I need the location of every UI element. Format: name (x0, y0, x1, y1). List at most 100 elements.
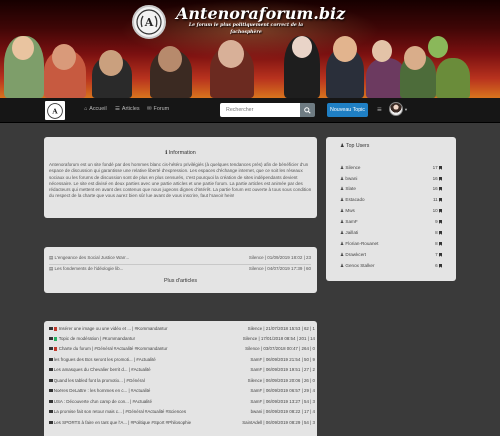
topic-meta: SaintAdell | 06/09/2019 08:29 | 54 | 3 (242, 420, 315, 425)
nav-forum-label: Forum (153, 106, 170, 112)
topic-icon (49, 327, 53, 331)
user-count: 11 (432, 197, 438, 202)
user-name[interactable]: Estacado (345, 197, 364, 202)
user-icon: ♟ (340, 208, 345, 213)
nav-articles-link[interactable]: ☰ Articles (115, 106, 140, 112)
user-row[interactable]: ♟ Jaillati 8 (340, 230, 442, 239)
svg-text:A: A (51, 107, 58, 115)
topic-row[interactable]: Les amasques du Chevalier berrit d... | … (49, 367, 315, 376)
topic-meta: Silence | 21/07/2018 15:53 | 62 | 1 (247, 326, 315, 331)
menu-icon[interactable]: ≡ (377, 105, 382, 114)
user-row[interactable]: ♟ Estacado 11 (340, 197, 442, 206)
topic-meta: Silence | 06/09/2019 20:06 | 26 | 0 (247, 378, 315, 383)
user-name[interactable]: bwani (345, 176, 357, 181)
topic-title[interactable]: La promise fait son retour mais c... | #… (54, 409, 186, 414)
bookmark-icon (439, 219, 442, 224)
search-input[interactable] (220, 103, 300, 117)
chevron-down-icon[interactable]: ▼ (404, 107, 408, 112)
user-count: 16 (432, 186, 438, 191)
article-row[interactable]: ▤ Les fondements de l'idéologie lib... S… (49, 266, 311, 274)
user-row[interactable]: ♟ Silence 17 (340, 165, 442, 174)
topic-title[interactable]: Topic de modération | #Kommandantur (59, 336, 135, 341)
comments-icon: ✉ (147, 106, 152, 112)
newspaper-icon: ▤ (49, 255, 54, 260)
nav-forum-link[interactable]: ✉ Forum (147, 106, 169, 112)
user-count: 7 (435, 252, 438, 257)
topic-row[interactable]: Quand les tabled font la promotio... | #… (49, 378, 315, 387)
laurel-logo-icon: A (47, 102, 63, 119)
article-row[interactable]: ▤ L'engeance des Social Justice Warr... … (49, 255, 311, 263)
row-divider (49, 264, 311, 265)
nav-home-link[interactable]: ⌂ Accueil (84, 106, 107, 112)
topics-panel: Insérer une image ou une vidéo et ... | … (44, 321, 317, 436)
user-name[interactable]: Genox Stalker (345, 263, 374, 268)
user-avatar[interactable] (389, 102, 403, 116)
topic-row[interactable]: les frogues des Bcs seront les promoti..… (49, 357, 315, 366)
topic-meta: SamF | 06/09/2019 06:57 | 29 | 4 (250, 388, 315, 393)
site-logo[interactable]: A (132, 5, 166, 39)
topic-meta: bwani | 06/09/2019 08:22 | 17 | 4 (250, 409, 315, 414)
user-icon: ♟ (340, 219, 345, 224)
topic-icon (49, 347, 53, 351)
user-count: 6 (435, 263, 438, 268)
article-title[interactable]: Les fondements de l'idéologie lib... (55, 266, 124, 271)
user-row[interactable]: ♟ bwani 16 (340, 176, 442, 185)
user-name[interactable]: Jaillati (345, 230, 358, 235)
flag-icon (53, 346, 57, 351)
topic-title[interactable]: USA : Découverte d'un camp de con... | #… (54, 399, 152, 404)
user-count: 16 (432, 176, 438, 181)
user-icon: ♟ (340, 197, 345, 202)
topic-icon (49, 379, 53, 383)
topic-row[interactable]: Topic de modération | #Kommandantur Sile… (49, 336, 315, 345)
topic-title[interactable]: Charte du forum | #Général #Actualité #K… (59, 346, 168, 351)
user-row[interactable]: ♟ Mws 10 (340, 208, 442, 217)
topic-title[interactable]: Quand les tabled font la promotio... | #… (54, 378, 145, 383)
search-icon (304, 106, 311, 114)
topic-row[interactable]: Insérer une image ou une vidéo et ... | … (49, 326, 315, 335)
user-count: 17 (432, 165, 438, 170)
user-name[interactable]: Mws (345, 208, 354, 213)
bookmark-icon (439, 176, 442, 181)
site-title[interactable]: Antenoraforum.biz (176, 4, 345, 23)
user-icon: ♟ (340, 263, 345, 268)
top-users-label: Top Users (346, 143, 370, 149)
user-name[interactable]: Florian-Rouanet (345, 241, 378, 246)
topic-title[interactable]: les frogues des Bcs seront les promoti..… (54, 357, 156, 362)
topic-row[interactable]: Noëres DeLattre : les hommes en c... | #… (49, 388, 315, 397)
newspaper-icon: ▤ (49, 266, 54, 271)
info-heading: ℹ Information (44, 150, 317, 156)
list-icon: ☰ (115, 106, 120, 112)
topic-row[interactable]: Charte du forum | #Général #Actualité #K… (49, 346, 315, 355)
user-row[interactable]: ♟ SamF 9 (340, 219, 442, 228)
new-topic-button[interactable]: Nouveau Topic (327, 103, 368, 117)
user-icon: ♟ (340, 143, 345, 149)
topic-row[interactable]: Les SPORTS à faire en tant que l'A... | … (49, 420, 315, 429)
topic-title[interactable]: Insérer une image ou une vidéo et ... | … (59, 326, 168, 331)
topic-title[interactable]: Noëres DeLattre : les hommes en c... | #… (54, 388, 151, 393)
user-icon: ♟ (340, 165, 345, 170)
user-icon: ♟ (340, 186, 345, 191)
info-text: Antenoraforum est un site fondé par des … (49, 162, 312, 199)
user-row[interactable]: ♟ Genox Stalker 6 (340, 263, 442, 272)
info-panel: ℹ Information Antenoraforum est un site … (44, 137, 317, 218)
more-articles-link[interactable]: Plus d'articles (44, 278, 317, 284)
user-name[interactable]: Slate (345, 186, 355, 191)
search-button[interactable] (300, 103, 315, 117)
user-name[interactable]: Drawkcert (345, 252, 366, 257)
article-title[interactable]: L'engeance des Social Justice Warr... (55, 255, 130, 260)
user-name[interactable]: SamF (345, 219, 357, 224)
topic-row[interactable]: USA : Découverte d'un camp de con... | #… (49, 399, 315, 408)
user-row[interactable]: ♟ Florian-Rouanet 8 (340, 241, 442, 250)
article-meta: Silence | 04/07/2019 17:39 | 60 (248, 266, 311, 271)
topic-icon (49, 358, 53, 362)
user-row[interactable]: ♟ Drawkcert 7 (340, 252, 442, 261)
topic-meta: Silence | 17/01/2018 08:54 | 201 | 14 (242, 336, 315, 341)
user-name[interactable]: Silence (345, 165, 360, 170)
topic-title[interactable]: Les amasques du Chevalier berrit d... | … (54, 367, 151, 372)
topic-row[interactable]: La promise fait son retour mais c... | #… (49, 409, 315, 418)
topic-meta: Silence | 03/07/2018 00:47 | 264 | 0 (245, 346, 315, 351)
user-row[interactable]: ♟ Slate 16 (340, 186, 442, 195)
topic-title[interactable]: Les SPORTS à faire en tant que l'A... | … (54, 420, 191, 425)
navbar-logo[interactable]: A (45, 101, 65, 120)
topic-meta: SamF | 06/09/2019 21:54 | 50 | 9 (250, 357, 315, 362)
